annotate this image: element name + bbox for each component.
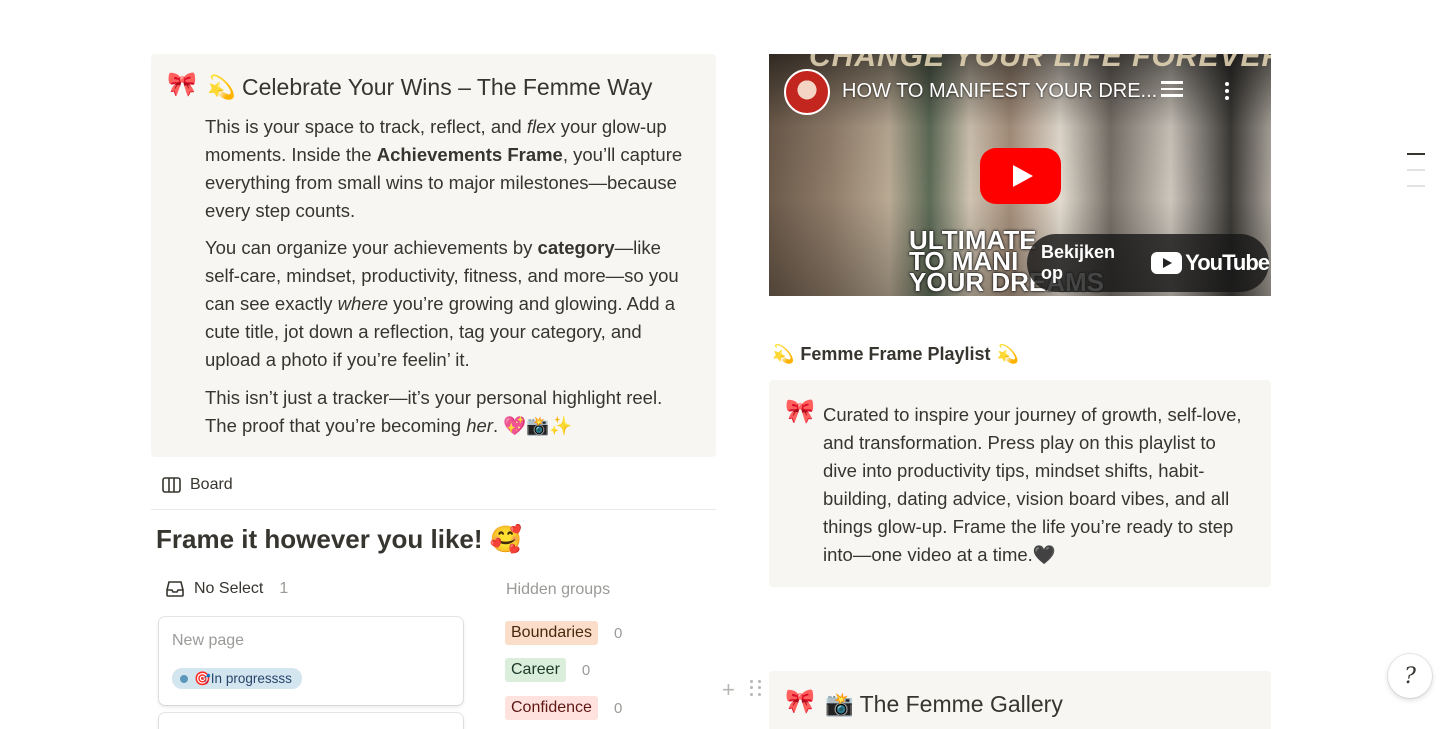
dizzy-icon: 💫: [996, 344, 1019, 364]
youtube-video-embed[interactable]: CHANGE YOUR LIFE FOREVER! HOW TO MANIFES…: [769, 54, 1271, 296]
hidden-group-career[interactable]: Career 0: [505, 658, 590, 682]
youtube-logo: YouTube: [1151, 250, 1270, 276]
board-card[interactable]: [159, 713, 463, 729]
channel-avatar[interactable]: [784, 69, 830, 115]
watch-on-youtube-button[interactable]: Bekijken op YouTube: [1027, 234, 1270, 292]
gallery-callout: 🎀 📸 The Femme Gallery: [769, 671, 1271, 729]
status-dot: [180, 674, 188, 683]
board-tab-label: Board: [190, 476, 233, 493]
queue-icon[interactable]: [1161, 81, 1183, 101]
board-title: Frame it however you like! 🥰: [156, 524, 523, 554]
group-header-no-select[interactable]: No Select 1: [166, 580, 288, 598]
video-title[interactable]: HOW TO MANIFEST YOUR DRE...: [842, 80, 1157, 103]
gallery-title: 📸 The Femme Gallery: [825, 691, 1063, 717]
hidden-group-confidence[interactable]: Confidence 0: [505, 696, 622, 720]
drag-handle-icon[interactable]: [750, 680, 762, 696]
board-view-tab[interactable]: Board: [162, 476, 233, 494]
board-card[interactable]: New page 🎯In progressss: [159, 617, 463, 705]
hidden-groups-label: Hidden groups: [506, 581, 611, 598]
group-count: 1: [279, 580, 289, 597]
hidden-group-count: 0: [613, 624, 623, 642]
play-icon: [1012, 165, 1033, 187]
celebrate-wins-callout: 🎀 💫 Celebrate Your Wins – The Femme Way …: [151, 54, 716, 457]
inbox-icon: [166, 581, 184, 597]
group-label: No Select: [194, 580, 264, 597]
hidden-group-boundaries[interactable]: Boundaries 0: [505, 621, 622, 645]
callout-paragraph-2: You can organize your achievements by ca…: [205, 237, 679, 370]
table-of-contents-marker[interactable]: [1407, 153, 1425, 155]
watch-label: Bekijken op: [1041, 242, 1116, 283]
video-banner-text: CHANGE YOUR LIFE FOREVER!: [809, 54, 1271, 73]
table-of-contents-marker[interactable]: [1407, 185, 1425, 187]
table-of-contents-marker[interactable]: [1407, 169, 1425, 171]
playlist-description: Curated to inspire your journey of growt…: [823, 404, 1242, 565]
hidden-group-tag: Career: [505, 658, 566, 682]
callout-title: 💫 Celebrate Your Wins – The Femme Way: [207, 74, 653, 100]
help-button[interactable]: ?: [1388, 654, 1432, 698]
play-button[interactable]: [980, 148, 1061, 204]
more-options-icon[interactable]: [1224, 82, 1230, 102]
callout-paragraph-3: This isn’t just a tracker—it’s your pers…: [205, 387, 663, 436]
card-title: New page: [172, 632, 245, 649]
playlist-heading: 💫 Femme Frame Playlist 💫: [772, 344, 1019, 365]
playlist-heading-text: Femme Frame Playlist: [800, 344, 991, 364]
divider: [151, 509, 716, 510]
youtube-play-icon: [1151, 252, 1183, 274]
ribbon-icon: 🎀: [785, 398, 815, 425]
add-block-icon[interactable]: +: [722, 677, 735, 703]
ribbon-icon: 🎀: [785, 688, 815, 715]
dizzy-icon: 💫: [772, 344, 795, 364]
hidden-group-count: 0: [613, 699, 623, 717]
hidden-group-tag: Boundaries: [505, 621, 598, 645]
playlist-callout: 🎀 Curated to inspire your journey of gro…: [769, 380, 1271, 587]
status-tag: 🎯In progressss: [172, 668, 302, 689]
hidden-group-count: 0: [581, 661, 591, 679]
status-tag-label: 🎯In progressss: [194, 670, 292, 686]
ribbon-icon: 🎀: [167, 71, 197, 98]
youtube-wordmark: YouTube: [1185, 250, 1270, 275]
board-view-icon: [162, 477, 181, 493]
callout-paragraph-1: This is your space to track, reflect, an…: [205, 116, 683, 221]
hidden-group-tag: Confidence: [505, 696, 598, 720]
